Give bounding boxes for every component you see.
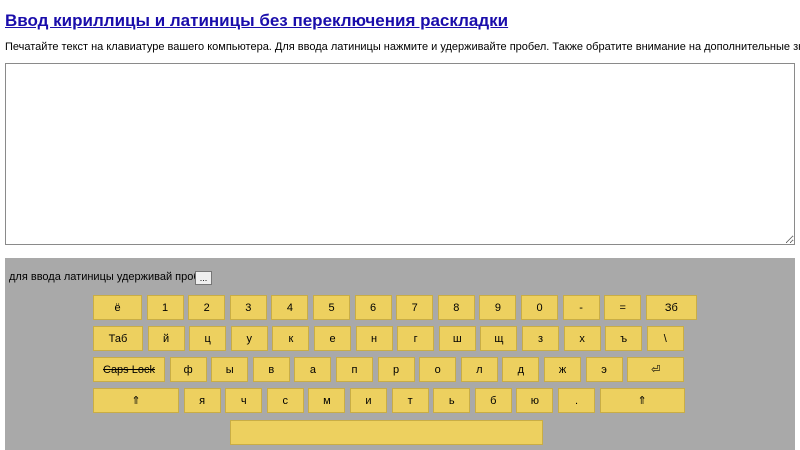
key[interactable]: 7 [396, 295, 434, 320]
key[interactable]: ц [189, 326, 227, 351]
key[interactable]: е [314, 326, 351, 351]
key[interactable]: ч [225, 388, 263, 413]
key[interactable]: п [336, 357, 373, 382]
key[interactable]: м [308, 388, 346, 413]
key[interactable]: к [272, 326, 310, 351]
key[interactable]: 1 [146, 295, 184, 320]
key[interactable]: ъ [605, 326, 643, 351]
page-title-link[interactable]: Ввод кириллицы и латиницы без переключен… [5, 11, 508, 31]
key[interactable]: и [350, 388, 387, 413]
space-key[interactable] [230, 420, 543, 445]
key[interactable]: 5 [313, 295, 350, 320]
key[interactable]: р [377, 357, 415, 382]
key[interactable]: г [397, 326, 435, 351]
key[interactable]: 0 [521, 295, 558, 320]
tab-key[interactable]: Таб [93, 326, 143, 351]
key[interactable]: з [522, 326, 559, 351]
key[interactable]: ю [516, 388, 554, 413]
key[interactable]: э [585, 357, 623, 382]
key[interactable]: в [252, 357, 290, 382]
key[interactable]: ь [433, 388, 471, 413]
key[interactable]: 8 [437, 295, 475, 320]
page-description: Печатайте текст на клавиатуре вашего ком… [5, 41, 800, 53]
key[interactable]: о [419, 357, 457, 382]
key[interactable]: у [230, 326, 268, 351]
shift-key[interactable]: ⇑ [599, 388, 685, 413]
key[interactable]: я [183, 388, 221, 413]
key[interactable]: д [502, 357, 540, 382]
shift-key[interactable]: ⇑ [93, 388, 179, 413]
key[interactable]: = [604, 295, 642, 320]
key[interactable]: ш [438, 326, 476, 351]
key[interactable]: н [355, 326, 393, 351]
key[interactable]: ы [211, 357, 249, 382]
key[interactable]: щ [480, 326, 518, 351]
key[interactable]: л [460, 357, 498, 382]
key[interactable]: б [474, 388, 512, 413]
key[interactable]: \ [646, 326, 684, 351]
enter-key[interactable]: ⏎ [627, 357, 685, 382]
key[interactable]: т [391, 388, 429, 413]
key[interactable]: ж [544, 357, 581, 382]
key[interactable]: ф [169, 357, 207, 382]
key[interactable]: 9 [479, 295, 517, 320]
key[interactable]: - [562, 295, 600, 320]
caps-lock-key[interactable]: Caps Lock [93, 357, 165, 382]
key[interactable]: 4 [271, 295, 309, 320]
text-input-area[interactable] [5, 63, 795, 245]
key[interactable]: 2 [188, 295, 226, 320]
key[interactable]: 3 [229, 295, 267, 320]
key[interactable]: 6 [354, 295, 392, 320]
key[interactable]: ё [93, 295, 142, 320]
key[interactable]: й [147, 326, 185, 351]
backspace-key[interactable]: Зб [645, 295, 697, 320]
key[interactable]: с [266, 388, 304, 413]
more-options-button[interactable]: ... [195, 271, 212, 285]
key[interactable]: . [558, 388, 595, 413]
key[interactable]: а [294, 357, 332, 382]
latin-hint-label: для ввода латиницы удерживай пробел [9, 271, 212, 283]
key[interactable]: х [563, 326, 601, 351]
